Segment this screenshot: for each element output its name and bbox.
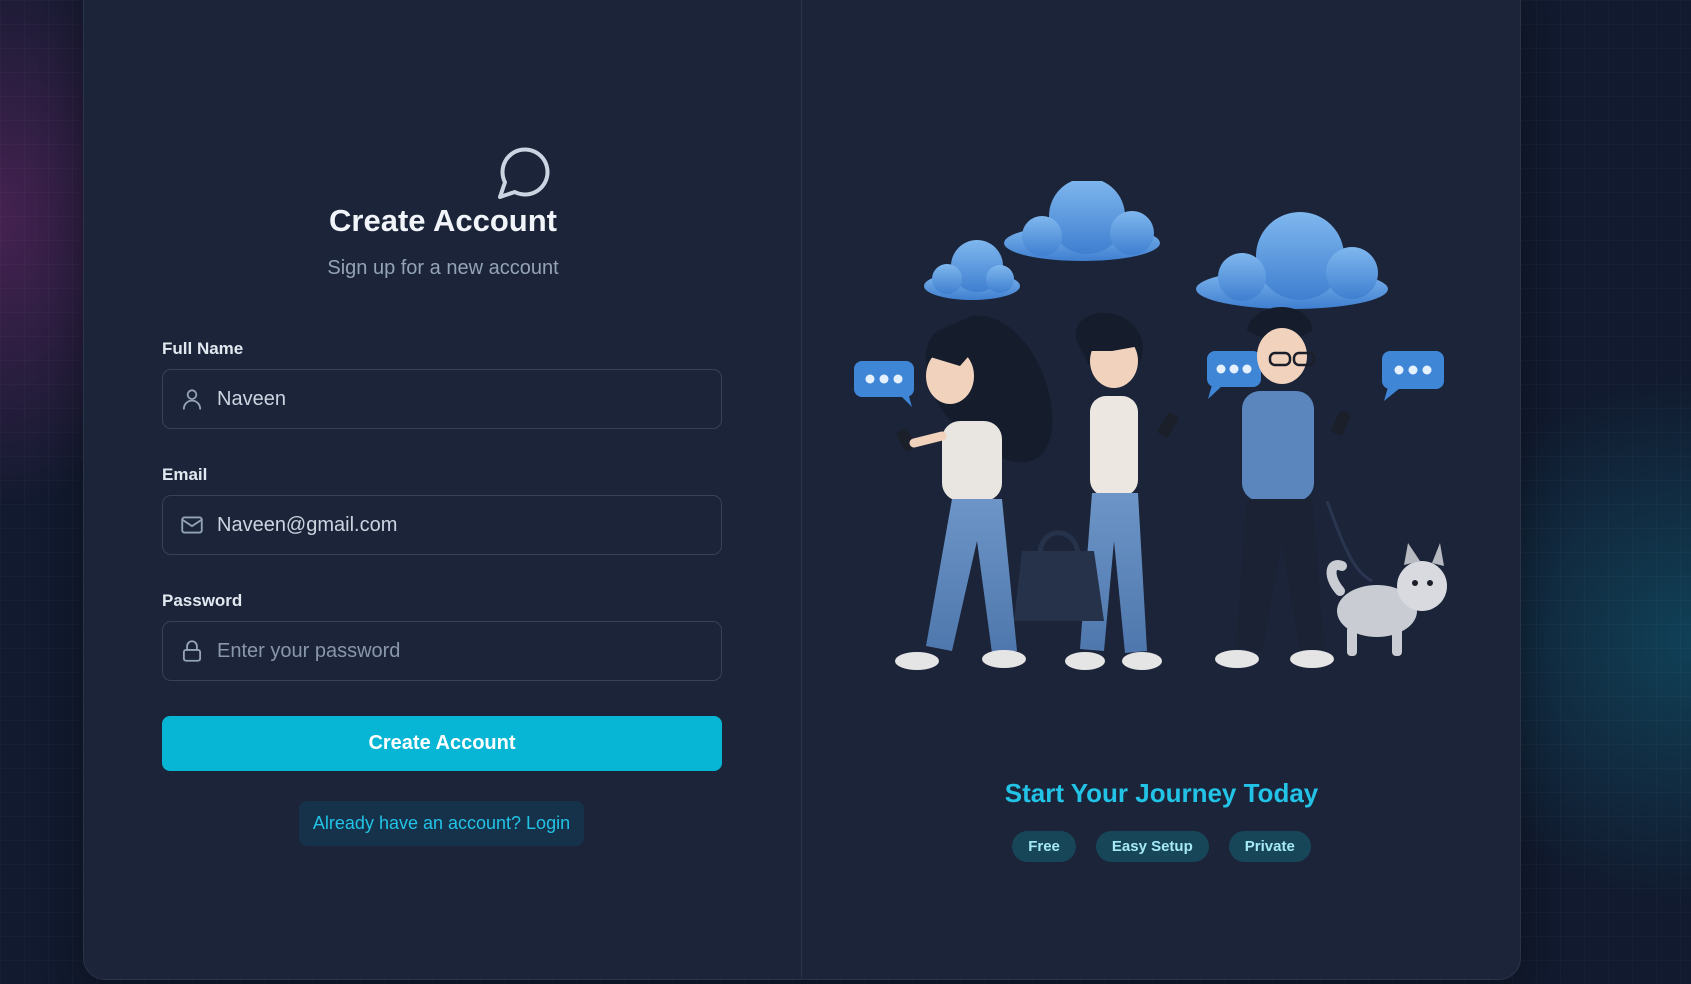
hero-heading: Start Your Journey Today — [1004, 778, 1319, 808]
tag-private: Private — [1228, 831, 1311, 862]
cloud-icon — [924, 240, 1020, 300]
cloud-icon — [1004, 181, 1160, 261]
tag-easy-setup: Easy Setup — [1095, 831, 1209, 862]
login-link[interactable]: Already have an account? Login — [299, 801, 584, 846]
password-input[interactable] — [217, 639, 721, 663]
email-input[interactable] — [217, 513, 721, 537]
hero-panel: Start Your Journey Today Free Easy Setup… — [802, 0, 1520, 979]
create-account-button[interactable]: Create Account — [162, 716, 722, 771]
lock-icon — [182, 640, 202, 662]
feature-tags: Free Easy Setup Private — [802, 831, 1520, 862]
page-subtitle: Sign up for a new account — [327, 257, 559, 279]
chat-bubble-icon — [498, 147, 550, 199]
signup-card: Create Account Sign up for a new account… — [83, 0, 1521, 980]
people-walking-illustration — [854, 181, 1447, 670]
page-title: Create Account — [329, 203, 557, 238]
full-name-label: Full Name — [162, 339, 244, 358]
signup-form-panel: Create Account Sign up for a new account… — [84, 0, 802, 979]
email-label: Email — [162, 465, 208, 484]
cloud-icon — [1196, 212, 1388, 309]
password-label: Password — [162, 591, 243, 610]
full-name-input[interactable] — [217, 387, 721, 411]
user-icon — [182, 389, 202, 410]
chat-dots-icon — [854, 361, 914, 407]
full-name-field[interactable] — [162, 369, 722, 429]
password-field[interactable] — [162, 621, 722, 681]
mail-icon — [181, 516, 203, 534]
chat-dots-icon — [1382, 351, 1444, 401]
dog-figure — [1326, 543, 1447, 656]
chat-dots-icon — [1207, 351, 1261, 399]
email-field[interactable] — [162, 495, 722, 555]
tag-free: Free — [1012, 831, 1076, 862]
